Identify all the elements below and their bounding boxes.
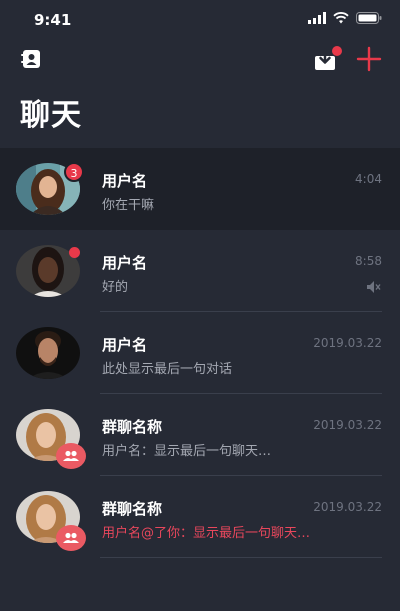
avatar-wrap [16,327,80,379]
chat-item[interactable]: 群聊名称 用户名@了你：显示最后一句聊天… 2019.03.22 [0,476,400,558]
chat-name: 群聊名称 [102,418,163,436]
signal-icon [308,12,326,24]
chat-time: 2019.03.22 [313,418,382,432]
chat-time: 2019.03.22 [313,336,382,350]
chat-name: 用户名 [102,254,148,272]
status-time: 9:41 [34,11,72,29]
chat-item[interactable]: 用户名 此处显示最后一句对话 2019.03.22 [0,312,400,394]
avatar [16,327,80,379]
group-icon [63,532,79,543]
chat-item[interactable]: 用户名 好的 8:58 [0,230,400,312]
chat-time: 2019.03.22 [313,500,382,514]
chat-name: 用户名 [102,172,148,190]
group-icon [63,450,79,461]
chat-time: 8:58 [355,254,382,268]
status-bar: 9:41 [0,0,400,40]
chat-item[interactable]: 3 用户名 你在干嘛 4:04 [0,148,400,230]
page-title: 聊天 [20,98,82,133]
avatar-wrap [16,491,86,551]
mute-icon [367,281,381,293]
battery-icon [356,12,382,24]
wifi-icon [333,12,349,24]
status-icons [308,12,382,24]
chat-name: 用户名 [102,336,148,354]
avatar-wrap [16,245,80,297]
chat-time: 4:04 [355,172,382,186]
chat-list: 3 用户名 你在干嘛 4:04 用户名 好的 8:58 用户名 此处显示最后一句… [0,148,400,558]
unread-dot [69,247,80,258]
group-badge [56,525,86,551]
avatar-wrap: 3 [16,162,84,215]
unread-count-badge: 3 [64,162,84,182]
chat-preview: 你在干嘛 [102,198,155,213]
avatar-wrap [16,409,86,469]
chat-preview: 用户名：显示最后一句聊天… [102,444,272,459]
chat-preview: 此处显示最后一句对话 [102,362,233,377]
chat-item[interactable]: 群聊名称 用户名：显示最后一句聊天… 2019.03.22 [0,394,400,476]
chat-preview-mention: 用户名@了你：显示最后一句聊天… [102,526,311,541]
nav-bar [0,40,400,80]
divider [100,557,382,558]
chat-preview: 好的 [102,280,129,295]
contacts-icon[interactable] [20,48,42,70]
group-badge [56,443,86,469]
chat-name: 群聊名称 [102,500,163,518]
inbox-download-icon[interactable] [312,44,342,74]
add-icon[interactable] [356,46,382,72]
